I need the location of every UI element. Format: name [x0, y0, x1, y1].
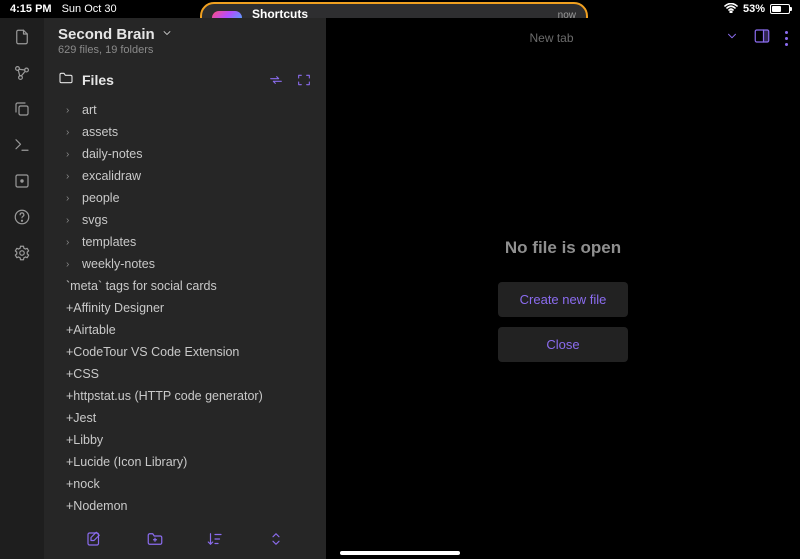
- main-pane: New tab No file is open Create new file …: [326, 18, 800, 559]
- file-label: +Libby: [66, 433, 103, 447]
- chevron-right-icon: ›: [66, 193, 76, 204]
- file-label: +Affinity Designer: [66, 301, 164, 315]
- tree-file[interactable]: +Jest: [44, 407, 326, 429]
- template-icon[interactable]: [13, 172, 31, 190]
- file-label: `meta` tags for social cards: [66, 279, 217, 293]
- chevron-right-icon: ›: [66, 215, 76, 226]
- file-label: +Lucide (Icon Library): [66, 455, 187, 469]
- home-indicator[interactable]: [340, 551, 460, 555]
- file-label: +Nodemon: [66, 499, 128, 513]
- file-tree: › art › assets › daily-notes › excalidraw › peopl…: [44, 95, 326, 559]
- folder-label: people: [82, 191, 120, 205]
- tree-file[interactable]: `meta` tags for social cards: [44, 275, 326, 297]
- file-icon[interactable]: [13, 28, 31, 46]
- folder-label: weekly-notes: [82, 257, 155, 271]
- tree-file[interactable]: +httpstat.us (HTTP code generator): [44, 385, 326, 407]
- tree-folder[interactable]: › daily-notes: [44, 143, 326, 165]
- chevron-right-icon: ›: [66, 171, 76, 182]
- folder-label: excalidraw: [82, 169, 141, 183]
- chevron-right-icon: ›: [66, 237, 76, 248]
- vault-switcher[interactable]: Second Brain: [58, 26, 312, 43]
- file-label: +CSS: [66, 367, 99, 381]
- files-pane-title: Files: [58, 70, 114, 89]
- tree-folder[interactable]: › people: [44, 187, 326, 209]
- folder-label: templates: [82, 235, 136, 249]
- tree-folder[interactable]: › excalidraw: [44, 165, 326, 187]
- file-label: +CodeTour VS Code Extension: [66, 345, 239, 359]
- tree-file[interactable]: +Libby: [44, 429, 326, 451]
- status-date: Sun Oct 30: [62, 3, 117, 15]
- sidebar-toolbar: [44, 519, 326, 559]
- folder-label: assets: [82, 125, 118, 139]
- tree-folder[interactable]: › svgs: [44, 209, 326, 231]
- folder-icon: [58, 70, 74, 89]
- tree-folder[interactable]: › weekly-notes: [44, 253, 326, 275]
- chevron-right-icon: ›: [66, 105, 76, 116]
- folder-label: art: [82, 103, 97, 117]
- file-label: +Jest: [66, 411, 96, 425]
- sync-icon[interactable]: [268, 72, 284, 88]
- help-icon[interactable]: [13, 208, 31, 226]
- tree-file[interactable]: +CodeTour VS Code Extension: [44, 341, 326, 363]
- tab-title[interactable]: New tab: [378, 31, 725, 45]
- expand-icon[interactable]: [296, 72, 312, 88]
- tree-file[interactable]: +CSS: [44, 363, 326, 385]
- graph-icon[interactable]: [13, 64, 31, 82]
- file-label: +httpstat.us (HTTP code generator): [66, 389, 263, 403]
- tree-folder[interactable]: › assets: [44, 121, 326, 143]
- folder-label: svgs: [82, 213, 108, 227]
- file-label: +Airtable: [66, 323, 116, 337]
- chevron-right-icon: ›: [66, 127, 76, 138]
- create-new-file-button[interactable]: Create new file: [498, 282, 629, 317]
- sidebar-right-icon[interactable]: [753, 27, 771, 50]
- battery-icon: [770, 4, 790, 14]
- tree-file[interactable]: +Affinity Designer: [44, 297, 326, 319]
- chevron-down-icon: [161, 26, 173, 43]
- tree-folder[interactable]: › art: [44, 99, 326, 121]
- terminal-icon[interactable]: [13, 136, 31, 154]
- folder-label: daily-notes: [82, 147, 142, 161]
- settings-icon[interactable]: [13, 244, 31, 262]
- chevron-right-icon: ›: [66, 259, 76, 270]
- collapse-icon[interactable]: [267, 530, 285, 548]
- status-time: 4:15 PM: [10, 3, 52, 15]
- vault-stats: 629 files, 19 folders: [58, 44, 312, 56]
- battery-percent: 53%: [743, 3, 765, 15]
- chevron-down-icon[interactable]: [725, 29, 739, 48]
- more-menu-icon[interactable]: [785, 31, 788, 46]
- ribbon: [0, 18, 44, 559]
- new-folder-icon[interactable]: [146, 530, 164, 548]
- vault-name: Second Brain: [58, 26, 155, 43]
- sidebar: Second Brain 629 files, 19 folders Files…: [44, 18, 326, 559]
- chevron-right-icon: ›: [66, 149, 76, 160]
- new-note-icon[interactable]: [85, 530, 103, 548]
- wifi-icon: [724, 3, 738, 16]
- tree-file[interactable]: +nock: [44, 473, 326, 495]
- tree-file[interactable]: +Nodemon: [44, 495, 326, 517]
- copy-icon[interactable]: [13, 100, 31, 118]
- sort-icon[interactable]: [206, 530, 224, 548]
- file-label: +nock: [66, 477, 100, 491]
- tree-file[interactable]: +Lucide (Icon Library): [44, 451, 326, 473]
- empty-heading: No file is open: [505, 238, 621, 258]
- close-button[interactable]: Close: [498, 327, 628, 362]
- tree-folder[interactable]: › templates: [44, 231, 326, 253]
- tree-file[interactable]: +Airtable: [44, 319, 326, 341]
